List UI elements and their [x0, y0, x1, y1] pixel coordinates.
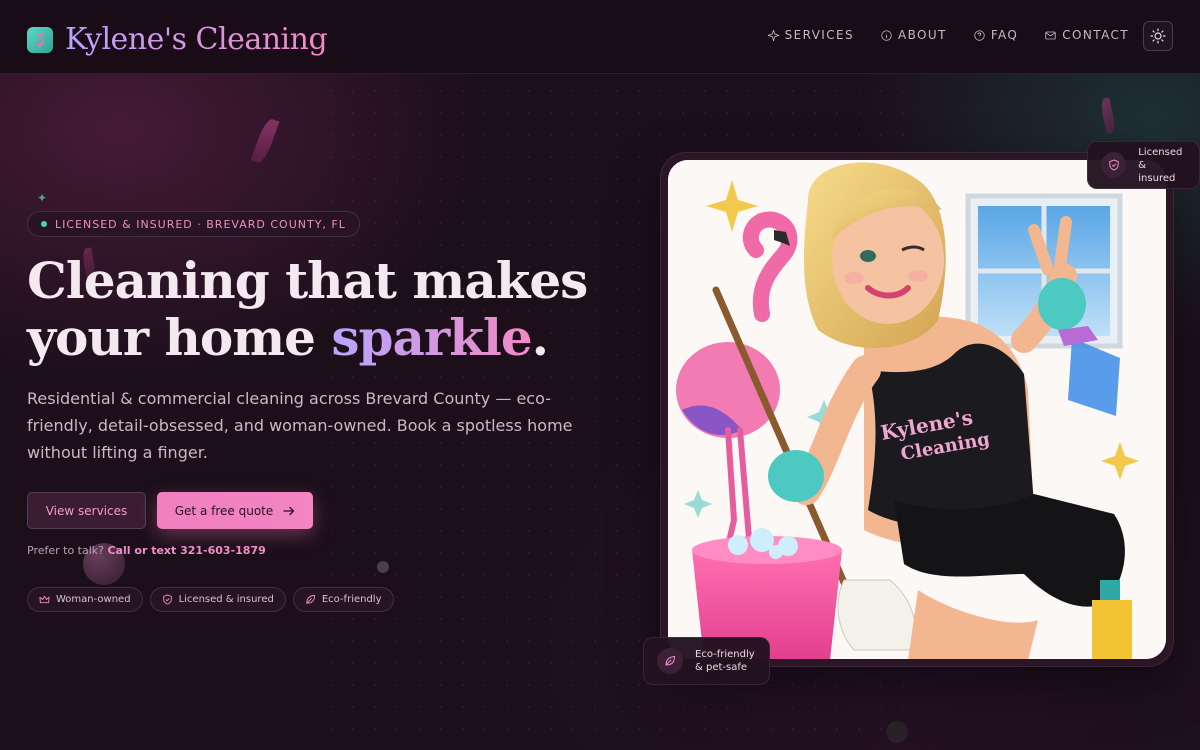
chip-woman-owned: Woman-owned	[27, 587, 143, 612]
question-icon	[974, 29, 985, 41]
shield-icon	[1101, 152, 1127, 178]
view-services-label: View services	[45, 503, 128, 518]
decorative-star-icon: ✦	[37, 191, 48, 205]
theme-toggle-button[interactable]	[1143, 21, 1173, 51]
eco-floating-badge: Eco-friendly & pet-safe	[643, 637, 770, 685]
leaf-icon	[306, 594, 315, 604]
logo[interactable]: Kylene's Cleaning	[27, 22, 328, 57]
chip-label: Licensed & insured	[178, 594, 274, 605]
decorative-orb	[377, 561, 389, 573]
headline-line2-prefix: your home	[27, 308, 332, 367]
chip-label: Eco-friendly	[321, 594, 382, 605]
crown-icon	[39, 595, 50, 604]
sparkle-icon	[767, 29, 779, 41]
site-header: Kylene's Cleaning SERVICES ABOUT FAQ CON…	[0, 0, 1200, 74]
chip-licensed: Licensed & insured	[149, 587, 286, 612]
nav-about-label: ABOUT	[898, 28, 947, 42]
shield-icon	[162, 594, 172, 605]
call-link[interactable]: Call or text 321-603-1879	[108, 544, 266, 557]
call-prefix: Prefer to talk?	[27, 544, 105, 557]
chip-eco-friendly: Eco-friendly	[292, 587, 394, 612]
headline-line1: Cleaning that makes	[27, 251, 588, 310]
leaf-icon	[657, 648, 683, 674]
get-quote-button[interactable]: Get a free quote	[157, 492, 313, 529]
hero-description: Residential & commercial cleaning across…	[27, 389, 573, 462]
sun-icon	[1150, 28, 1166, 44]
decorative-orb	[886, 721, 908, 743]
flamingo-icon	[27, 26, 53, 53]
brand-name: Kylene's Cleaning	[65, 22, 328, 57]
floating-badge-line1: Eco-friendly	[695, 649, 755, 660]
floating-badge-line1: Licensed	[1138, 146, 1183, 158]
headline-accent: sparkle	[331, 308, 532, 367]
chip-label: Woman-owned	[56, 594, 131, 605]
licensed-floating-badge: Licensed & insured	[1087, 141, 1200, 189]
main-nav: SERVICES ABOUT FAQ CONTACT	[767, 28, 1129, 42]
nav-services[interactable]: SERVICES	[767, 28, 855, 42]
get-quote-label: Get a free quote	[174, 503, 274, 518]
floating-badge-line2: & insured	[1138, 159, 1176, 184]
floating-badge-line2: & pet-safe	[695, 662, 748, 673]
call-line: Prefer to talk? Call or text 321-603-187…	[27, 544, 266, 557]
info-icon	[881, 29, 892, 41]
trust-chips: Woman-owned Licensed & insured Eco-frien…	[27, 587, 394, 612]
hero-headline: Cleaning that makes your home sparkle.	[27, 252, 627, 366]
hero-illustration: Kylene's Cleaning	[668, 160, 1166, 659]
hero-badge: LICENSED & INSURED · BREVARD COUNTY, FL	[27, 211, 360, 237]
nav-contact-label: CONTACT	[1062, 28, 1129, 42]
headline-suffix: .	[531, 308, 549, 367]
nav-faq-label: FAQ	[990, 28, 1019, 42]
nav-contact[interactable]: CONTACT	[1045, 28, 1129, 42]
status-dot	[41, 221, 47, 227]
hero-badge-label: LICENSED & INSURED · BREVARD COUNTY, FL	[55, 217, 346, 231]
nav-about[interactable]: ABOUT	[881, 28, 947, 42]
arrow-right-icon	[283, 506, 295, 515]
nav-faq[interactable]: FAQ	[974, 28, 1018, 42]
nav-services-label: SERVICES	[784, 28, 855, 42]
mail-icon	[1045, 31, 1056, 39]
view-services-button[interactable]: View services	[27, 492, 146, 529]
